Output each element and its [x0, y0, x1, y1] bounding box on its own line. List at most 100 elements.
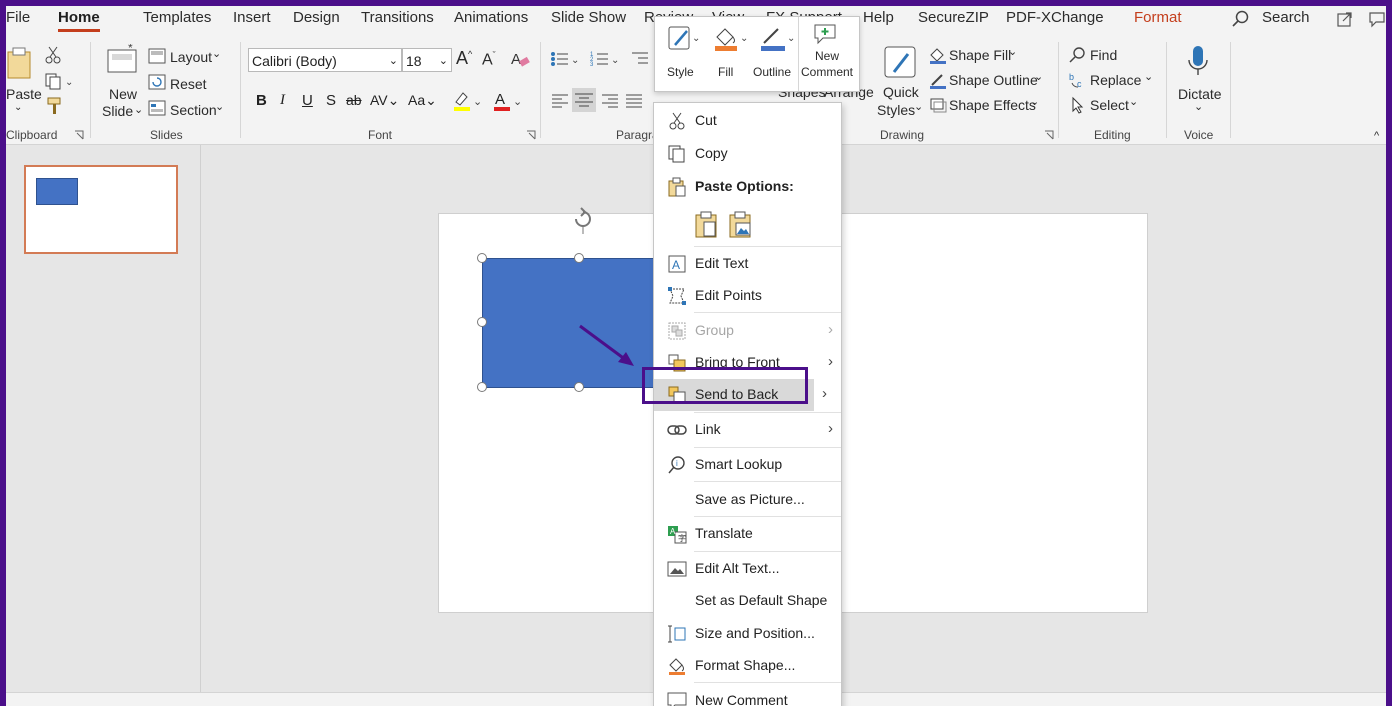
mini-new-comment-label-2[interactable]: Comment	[801, 65, 853, 79]
resize-handle-left[interactable]	[477, 317, 487, 327]
italic-icon[interactable]: I	[280, 92, 285, 109]
menu-item-set-default-shape[interactable]: Set as Default Shape	[654, 585, 841, 617]
bullets-icon[interactable]: ⌄	[550, 50, 580, 68]
menu-item-size-and-position[interactable]: Size and Position...	[654, 618, 841, 650]
new-slide-label-1[interactable]: New	[109, 86, 137, 102]
tab-design[interactable]: Design	[293, 9, 340, 26]
paste-as-picture-icon[interactable]	[728, 211, 754, 239]
menu-item-edit-text[interactable]: A Edit Text	[654, 248, 841, 280]
align-center-button[interactable]	[572, 88, 596, 112]
strikethrough-icon[interactable]: ab	[346, 92, 362, 108]
copy-icon[interactable]: ⌄	[44, 72, 74, 90]
font-name-dropdown-icon[interactable]: ⌄	[389, 49, 398, 73]
quick-styles-label-2[interactable]: Styles	[877, 102, 915, 118]
menu-item-copy[interactable]: Copy	[654, 138, 841, 170]
share-icon[interactable]	[1336, 10, 1354, 28]
replace-dropdown-icon[interactable]: ⌄	[1144, 70, 1153, 83]
align-left-icon[interactable]	[550, 92, 570, 110]
tab-insert[interactable]: Insert	[233, 9, 271, 26]
outline-icon[interactable]: ⌄	[759, 25, 795, 53]
resize-handle-top[interactable]	[574, 253, 584, 263]
section-dropdown-icon[interactable]: ⌄	[215, 100, 224, 113]
paste-keep-source-icon[interactable]	[694, 211, 720, 239]
tab-transitions[interactable]: Transitions	[361, 9, 434, 26]
layout-icon[interactable]	[148, 48, 166, 64]
menu-item-new-comment[interactable]: New Comment	[654, 685, 841, 706]
change-case-icon[interactable]: Aa⌄	[408, 92, 437, 109]
justify-icon[interactable]	[624, 92, 644, 110]
cut-icon[interactable]	[44, 46, 62, 64]
mini-outline-label[interactable]: Outline	[753, 65, 791, 79]
shape-outline-icon[interactable]	[928, 71, 948, 89]
style-icon[interactable]: ⌄	[667, 25, 701, 53]
find-button[interactable]: Find	[1090, 47, 1117, 63]
mini-new-comment-label-1[interactable]: New	[815, 49, 839, 63]
find-icon[interactable]	[1068, 46, 1088, 64]
dictate-dropdown-icon[interactable]: ⌄	[1194, 100, 1203, 113]
rotate-handle-icon[interactable]	[568, 207, 598, 235]
shape-outline-button[interactable]: Shape Outline	[949, 72, 1038, 88]
shape-fill-icon[interactable]	[928, 46, 948, 64]
reset-button[interactable]: Reset	[170, 76, 207, 92]
tab-file[interactable]: File	[6, 9, 30, 26]
font-name-combo[interactable]: Calibri (Body) ⌄	[248, 48, 402, 72]
resize-handle-top-left[interactable]	[477, 253, 487, 263]
shape-fill-button[interactable]: Shape Fill	[949, 47, 1011, 63]
bold-icon[interactable]: B	[256, 92, 267, 109]
select-icon[interactable]	[1068, 96, 1088, 114]
font-launcher-icon[interactable]	[526, 130, 536, 140]
shape-effects-dropdown-icon[interactable]: ⌄	[1030, 95, 1039, 108]
search-label[interactable]: Search	[1262, 9, 1310, 26]
menu-item-edit-points[interactable]: Edit Points	[654, 280, 841, 312]
decrease-font-size-icon[interactable]: Aˇ	[482, 50, 496, 69]
select-dropdown-icon[interactable]: ⌄	[1129, 95, 1138, 108]
underline-icon[interactable]: U	[302, 92, 313, 109]
resize-handle-bottom[interactable]	[574, 382, 584, 392]
format-painter-icon[interactable]	[44, 96, 64, 116]
paste-icon[interactable]	[6, 46, 34, 80]
shape-effects-button[interactable]: Shape Effects	[949, 97, 1036, 113]
numbering-icon[interactable]: 123 ⌄	[590, 50, 620, 68]
shape-outline-dropdown-icon[interactable]: ⌄	[1034, 70, 1043, 83]
paste-button[interactable]: Paste	[6, 86, 42, 102]
clear-formatting-icon[interactable]: A	[510, 50, 530, 68]
shadow-icon[interactable]: S	[326, 92, 336, 109]
new-comment-icon[interactable]	[813, 23, 839, 45]
new-slide-label-2[interactable]: Slide	[102, 103, 133, 119]
comments-icon[interactable]	[1368, 10, 1386, 28]
shape-effects-icon[interactable]	[928, 96, 948, 114]
menu-item-smart-lookup[interactable]: i Smart Lookup	[654, 449, 841, 481]
increase-font-size-icon[interactable]: A^	[456, 48, 472, 69]
align-right-icon[interactable]	[600, 92, 620, 110]
menu-item-cut[interactable]: Cut	[654, 105, 841, 137]
shape-fill-dropdown-icon[interactable]: ⌄	[1008, 45, 1017, 58]
tab-animations[interactable]: Animations	[454, 9, 528, 26]
new-slide-icon[interactable]: *	[104, 44, 140, 78]
replace-icon[interactable]: bc	[1068, 71, 1088, 89]
tab-pdf-xchange[interactable]: PDF-XChange	[1006, 9, 1104, 26]
section-icon[interactable]	[148, 100, 166, 116]
collapse-ribbon-icon[interactable]: ^	[1374, 130, 1379, 142]
quick-styles-dropdown-icon[interactable]: ⌄	[914, 100, 923, 113]
new-slide-dropdown-icon[interactable]: ⌄	[134, 103, 143, 116]
replace-button[interactable]: Replace	[1090, 72, 1141, 88]
layout-button[interactable]: Layout	[170, 49, 212, 65]
drawing-launcher-icon[interactable]	[1044, 130, 1054, 140]
highlight-color-icon[interactable]: ⌄	[452, 90, 482, 112]
resize-handle-bottom-left[interactable]	[477, 382, 487, 392]
tab-slide-show[interactable]: Slide Show	[551, 9, 626, 26]
section-button[interactable]: Section	[170, 102, 217, 118]
tab-securezip[interactable]: SecureZIP	[918, 9, 989, 26]
menu-item-save-as-picture[interactable]: Save as Picture...	[654, 484, 841, 516]
slide-thumbnail-1[interactable]	[24, 165, 178, 254]
tab-home[interactable]: Home	[58, 9, 100, 32]
mini-fill-label[interactable]: Fill	[718, 65, 733, 79]
character-spacing-icon[interactable]: AV⌄	[370, 92, 399, 109]
clipboard-launcher-icon[interactable]	[74, 130, 84, 140]
fill-icon[interactable]: ⌄	[713, 25, 749, 53]
layout-dropdown-icon[interactable]: ⌄	[212, 47, 221, 60]
tab-help[interactable]: Help	[863, 9, 894, 26]
font-color-icon[interactable]: A ⌄	[492, 90, 522, 112]
microphone-icon[interactable]	[1186, 44, 1210, 78]
font-size-dropdown-icon[interactable]: ⌄	[439, 49, 448, 73]
